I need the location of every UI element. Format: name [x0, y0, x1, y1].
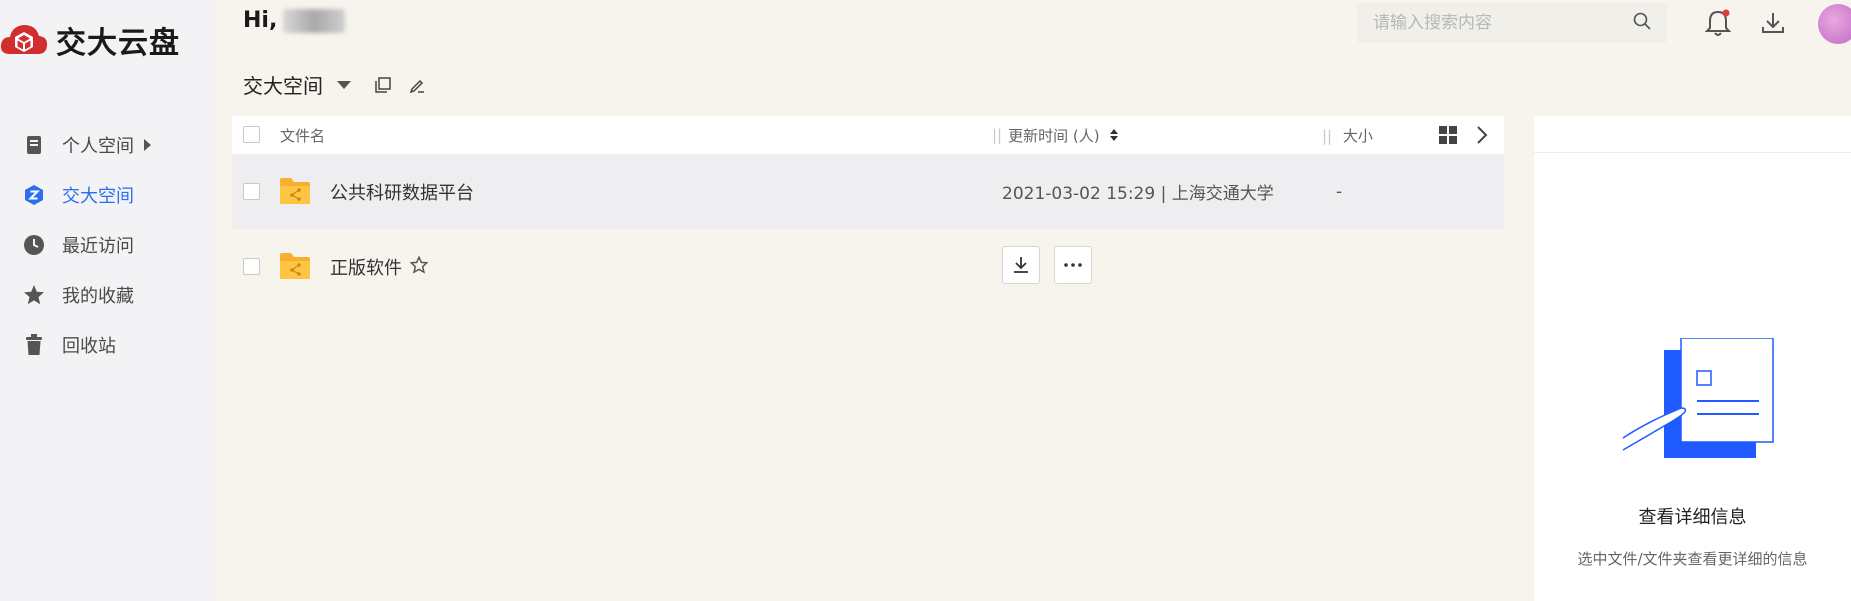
logo[interactable]: 交大云盘 [0, 18, 180, 62]
favorite-star-icon[interactable] [409, 255, 429, 279]
hexagon-z-icon [22, 183, 46, 207]
sidebar-item-label: 回收站 [62, 336, 116, 357]
file-name[interactable]: 公共科研数据平台 [330, 179, 474, 205]
table-row[interactable]: 公共科研数据平台 2021-03-02 15:29 | 上海交通大学 - [232, 154, 1504, 229]
blurred-username [283, 8, 346, 33]
detail-panel-subtitle: 选中文件/文件夹查看更详细的信息 [1577, 550, 1808, 568]
table-row[interactable]: 正版软件 [232, 229, 1504, 304]
document-icon [22, 133, 46, 157]
detail-panel: 查看详细信息 选中文件/文件夹查看更详细的信息 [1534, 116, 1851, 601]
sidebar: 交大云盘 个人空间 交大空间 最近访问 我的收藏 回收站 [0, 0, 214, 601]
download-icon [1014, 257, 1028, 273]
sidebar-item-sjtu-space[interactable]: 交大空间 [22, 170, 151, 220]
edit-icon[interactable] [407, 75, 427, 95]
search-box[interactable] [1357, 3, 1667, 43]
row-checkbox[interactable] [243, 183, 260, 200]
logo-text: 交大云盘 [56, 26, 180, 61]
more-button[interactable] [1054, 246, 1092, 284]
trash-icon [22, 333, 46, 357]
file-updated-time: 2021-03-02 15:29 | 上海交通大学 [1002, 184, 1274, 204]
avatar[interactable] [1818, 4, 1851, 44]
search-icon[interactable] [1633, 12, 1651, 34]
sidebar-item-trash[interactable]: 回收站 [22, 320, 151, 370]
dropdown-caret-icon[interactable] [337, 80, 351, 89]
select-all-checkbox[interactable] [243, 126, 260, 143]
detail-panel-header [1534, 116, 1851, 153]
sidebar-item-label: 最近访问 [62, 236, 134, 257]
chevron-right-icon[interactable] [1475, 125, 1489, 149]
search-input[interactable] [1373, 13, 1633, 33]
column-separator[interactable]: || [1322, 127, 1332, 145]
download-icon[interactable] [1758, 8, 1788, 38]
download-button[interactable] [1002, 246, 1040, 284]
column-separator[interactable]: || [992, 126, 1002, 144]
grid-view-icon[interactable] [1439, 126, 1457, 148]
shared-folder-icon [280, 253, 310, 279]
column-size-header[interactable]: || 大小 [1322, 125, 1373, 146]
shared-folder-icon [280, 178, 310, 204]
column-time-label: 更新时间 (人) [1008, 126, 1100, 145]
greeting-text: Hi, [243, 8, 278, 33]
sidebar-item-label: 个人空间 [62, 136, 134, 157]
document-illustration-icon [1622, 338, 1774, 458]
sidebar-nav: 个人空间 交大空间 最近访问 我的收藏 回收站 [22, 120, 151, 370]
column-name-header[interactable]: 文件名 [280, 125, 325, 146]
table-header: 文件名 || 更新时间 (人) || 大小 [232, 116, 1504, 154]
cloud-logo-icon [0, 25, 48, 54]
file-table: 文件名 || 更新时间 (人) || 大小 公共科研数据平台 2021-03-0… [232, 116, 1504, 304]
detail-panel-title: 查看详细信息 [1638, 507, 1747, 528]
row-checkbox[interactable] [243, 258, 260, 275]
sidebar-item-label: 交大空间 [62, 186, 134, 207]
space-header: 交大空间 [243, 70, 427, 99]
sort-icon[interactable] [1109, 129, 1118, 141]
sidebar-item-favorites[interactable]: 我的收藏 [22, 270, 151, 320]
clock-icon [22, 233, 46, 257]
sidebar-item-label: 我的收藏 [62, 286, 134, 307]
column-size-label: 大小 [1342, 126, 1373, 145]
greeting: Hi, [243, 8, 346, 33]
more-icon [1064, 263, 1082, 267]
bell-icon[interactable] [1703, 8, 1733, 38]
caret-right-icon[interactable] [144, 139, 151, 151]
column-time-header[interactable]: || 更新时间 (人) [992, 125, 1118, 146]
sidebar-item-personal-space[interactable]: 个人空间 [22, 120, 151, 170]
file-name[interactable]: 正版软件 [330, 254, 402, 280]
star-icon [22, 283, 46, 307]
sidebar-item-recent[interactable]: 最近访问 [22, 220, 151, 270]
space-title[interactable]: 交大空间 [243, 70, 323, 99]
copy-icon[interactable] [373, 75, 393, 95]
file-size: - [1336, 181, 1343, 202]
